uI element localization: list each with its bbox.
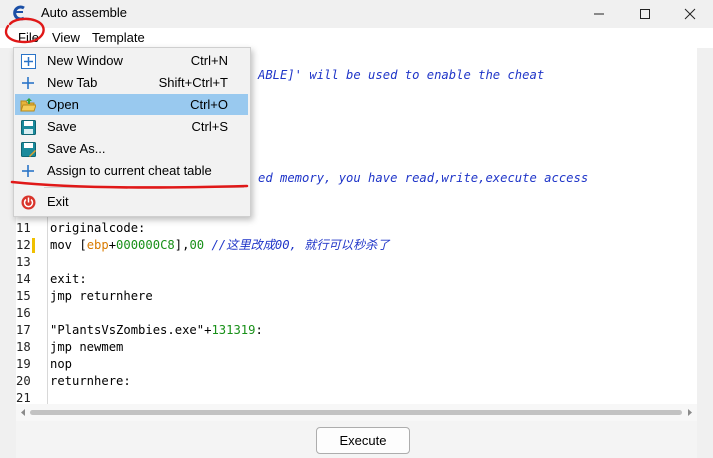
code-token: ed memory, you have read,write,execute a…: [258, 171, 589, 185]
code-token: "PlantsVsZombies.exe"+: [50, 323, 212, 337]
window-title: Auto assemble: [41, 5, 127, 20]
code-token: originalcode:: [50, 221, 146, 235]
save-icon: [20, 119, 36, 135]
line-number: 21: [16, 391, 31, 404]
file-dropdown-menu: New Window Ctrl+N New Tab Shift+Ctrl+T O…: [13, 47, 251, 217]
save-as-icon: [20, 141, 36, 157]
close-button[interactable]: [667, 0, 713, 27]
app-icon: [13, 5, 25, 21]
line-number: 16: [16, 306, 31, 320]
menu-file[interactable]: File: [18, 30, 39, 45]
close-icon: [684, 8, 696, 19]
code-token: //这里改成00, 就行可以秒杀了: [204, 238, 390, 252]
menu-item-label: New Window: [47, 53, 123, 68]
minimize-icon: [594, 13, 604, 14]
menu-item-label: Save As...: [47, 141, 106, 156]
line-number: 18: [16, 340, 31, 354]
power-icon: [20, 194, 36, 210]
scroll-left-icon[interactable]: [19, 408, 27, 417]
code-token: +: [108, 238, 117, 252]
code-text: nop: [50, 356, 72, 373]
menu-item-open[interactable]: Open Ctrl+O: [15, 94, 248, 115]
menu-item-new-tab[interactable]: New Tab Shift+Ctrl+T: [15, 72, 248, 93]
code-token: ],: [174, 238, 190, 252]
code-line: 20 returnhere:: [16, 373, 697, 390]
line-number: 11: [16, 221, 31, 235]
menu-item-shortcut: Ctrl+S: [191, 119, 228, 134]
code-text: originalcode:: [50, 220, 145, 237]
code-token: 131319: [211, 323, 256, 337]
horizontal-scrollbar[interactable]: [16, 404, 697, 421]
menu-template[interactable]: Template: [92, 30, 145, 45]
line-number: 20: [16, 374, 31, 388]
execute-button[interactable]: Execute: [316, 427, 410, 454]
code-line: 11 originalcode:: [16, 220, 697, 237]
code-line: 14 exit:: [16, 271, 697, 288]
menu-separator: [44, 187, 244, 188]
code-token: 000000C8: [116, 238, 175, 252]
new-window-icon: [20, 53, 36, 69]
code-line: 13: [16, 254, 697, 271]
code-line: 15 jmp returnhere: [16, 288, 697, 305]
scroll-right-icon[interactable]: [686, 408, 694, 417]
menu-item-assign-to-cheat-table[interactable]: Assign to current cheat table: [15, 160, 248, 181]
menu-item-label: Save: [47, 119, 77, 134]
code-text: "PlantsVsZombies.exe"+131319:: [50, 322, 263, 339]
code-text: jmp returnhere: [50, 288, 153, 305]
code-token: :: [255, 323, 263, 337]
menu-bar: File View Template: [0, 28, 713, 48]
code-line: 19 nop: [16, 356, 697, 373]
menu-view[interactable]: View: [52, 30, 80, 45]
scrollbar-thumb[interactable]: [30, 410, 682, 415]
menu-item-save[interactable]: Save Ctrl+S: [15, 116, 248, 137]
menu-item-shortcut: Ctrl+O: [190, 97, 228, 112]
line-number: 13: [16, 255, 31, 269]
bottom-panel: Execute: [16, 421, 697, 458]
plus-icon: [20, 163, 36, 179]
menu-item-exit[interactable]: Exit: [15, 191, 248, 212]
maximize-button[interactable]: [622, 0, 668, 27]
plus-icon: [20, 75, 36, 91]
menu-item-shortcut: Shift+Ctrl+T: [158, 75, 228, 90]
line-number: 17: [16, 323, 31, 337]
menu-item-save-as[interactable]: Save As...: [15, 138, 248, 159]
menu-item-label: New Tab: [47, 75, 98, 90]
code-token: 00: [189, 238, 205, 252]
code-line: 12 mov [ebp+000000C8],00 //这里改成00, 就行可以秒杀…: [16, 237, 697, 254]
maximize-icon: [640, 8, 650, 19]
code-line: 18 jmp newmem: [16, 339, 697, 356]
code-text: exit:: [50, 271, 87, 288]
menu-item-shortcut: Ctrl+N: [190, 53, 228, 68]
line-number: 15: [16, 289, 31, 303]
menu-item-label: Assign to current cheat table: [47, 163, 212, 178]
code-line: 16: [16, 305, 697, 322]
menu-item-label: Open: [47, 97, 79, 112]
code-text: mov [ebp+000000C8],00 //这里改成00, 就行可以秒杀了: [50, 237, 390, 254]
menu-item-new-window[interactable]: New Window Ctrl+N: [15, 50, 248, 71]
code-text: ed memory, you have read,write,execute a…: [258, 170, 588, 187]
code-text: returnhere:: [50, 373, 131, 390]
code-token: ebp: [86, 238, 109, 252]
line-number: 19: [16, 357, 31, 371]
line-number: 12: [16, 238, 31, 252]
code-token: jmp newmem: [50, 340, 124, 354]
menu-item-label: Exit: [47, 194, 69, 209]
code-text: ABLE]' will be used to enable the cheat: [258, 67, 544, 84]
title-bar: Auto assemble: [0, 0, 713, 27]
code-text: jmp newmem: [50, 339, 123, 356]
code-token: exit:: [50, 272, 87, 286]
minimize-button[interactable]: [576, 0, 622, 27]
code-line: 17 "PlantsVsZombies.exe"+131319:: [16, 322, 697, 339]
code-token: returnhere:: [50, 374, 131, 388]
code-token: ABLE]' will be used to enable the cheat: [258, 68, 545, 82]
code-token: nop: [50, 357, 73, 371]
changed-line-marker: [32, 238, 35, 253]
code-line: 21: [16, 390, 697, 404]
code-token: jmp returnhere: [50, 289, 153, 303]
code-token: mov [: [50, 238, 87, 252]
line-number: 14: [16, 272, 31, 286]
open-folder-icon: [20, 97, 36, 113]
